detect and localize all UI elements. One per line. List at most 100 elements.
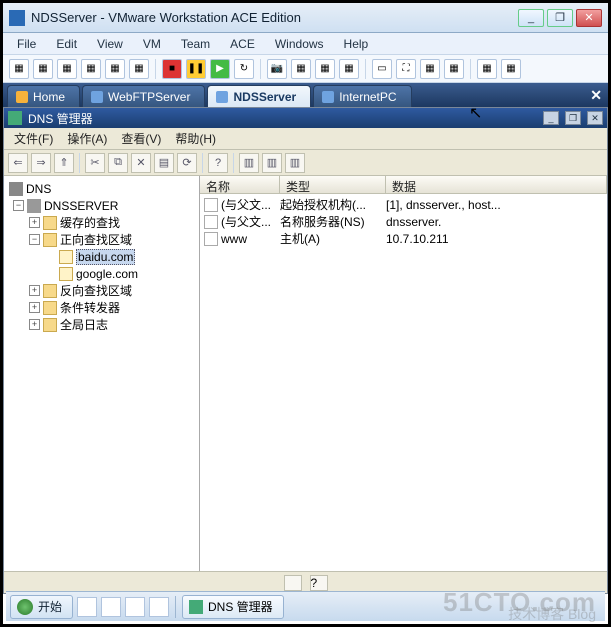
col-name[interactable]: 名称 — [200, 176, 280, 193]
toolbar-icon[interactable]: ▦ — [105, 59, 125, 79]
tree-forward-zones[interactable]: −正向查找区域 — [6, 231, 197, 248]
tree-reverse-zones[interactable]: +反向查找区域 — [6, 282, 197, 299]
tab-ndsserver[interactable]: NDSServer — [207, 85, 311, 107]
copy-icon[interactable]: ⧉ — [108, 153, 128, 173]
tree-root-dns[interactable]: DNS — [6, 180, 197, 197]
toolbar-icon[interactable]: ▦ — [9, 59, 29, 79]
toolbar-icon[interactable]: ▥ — [285, 153, 305, 173]
toolbar-icon[interactable]: ▦ — [33, 59, 53, 79]
list-row[interactable]: (与父文... 名称服务器(NS) dnsserver. — [200, 213, 607, 230]
dns-menu-view[interactable]: 查看(V) — [115, 128, 167, 149]
view-icon[interactable]: ▭ — [372, 59, 392, 79]
cell-data: [1], dnsserver., host... — [386, 198, 607, 212]
tree-cached-lookups[interactable]: +缓存的查找 — [6, 214, 197, 231]
toolbar-separator — [470, 59, 471, 79]
tab-home[interactable]: Home — [7, 85, 80, 107]
monitor-icon — [91, 91, 103, 103]
menu-team[interactable]: Team — [173, 35, 218, 53]
expander-icon[interactable]: + — [29, 319, 40, 330]
toolbar-icon[interactable]: ▦ — [57, 59, 77, 79]
dns-menu-file[interactable]: 文件(F) — [8, 128, 59, 149]
dns-close-button[interactable]: ✕ — [587, 111, 603, 125]
toolbar-separator — [365, 59, 366, 79]
guest-statusbar: ? — [4, 571, 607, 593]
refresh-icon[interactable]: ⟳ — [177, 153, 197, 173]
guest-window: DNS 管理器 _ ❐ ✕ 文件(F) 操作(A) 查看(V) 帮助(H) ⇐ … — [3, 107, 608, 594]
dns-menu-help[interactable]: 帮助(H) — [169, 128, 222, 149]
col-data[interactable]: 数据 — [386, 176, 607, 193]
reset-icon[interactable]: ↻ — [234, 59, 254, 79]
quicklaunch-icon[interactable] — [125, 597, 145, 617]
menu-edit[interactable]: Edit — [48, 35, 85, 53]
fullscreen-icon[interactable]: ⛶ — [396, 59, 416, 79]
expander-icon[interactable]: + — [29, 302, 40, 313]
dns-minimize-button[interactable]: _ — [543, 111, 559, 125]
keyboard-icon[interactable] — [284, 575, 302, 591]
menu-view[interactable]: View — [89, 35, 131, 53]
expander-icon[interactable]: − — [29, 234, 40, 245]
list-row[interactable]: (与父文... 起始授权机构(... [1], dnsserver., host… — [200, 196, 607, 213]
quicklaunch-icon[interactable] — [149, 597, 169, 617]
toolbar-icon[interactable]: ▦ — [501, 59, 521, 79]
toolbar-icon[interactable]: ▦ — [81, 59, 101, 79]
properties-icon[interactable]: ▤ — [154, 153, 174, 173]
window-titlebar: NDSServer - VMware Workstation ACE Editi… — [3, 3, 608, 33]
quicklaunch-icon[interactable] — [77, 597, 97, 617]
menu-vm[interactable]: VM — [135, 35, 169, 53]
windows-taskbar: 开始 DNS 管理器 — [6, 591, 605, 621]
dns-restore-button[interactable]: ❐ — [565, 111, 581, 125]
menu-windows[interactable]: Windows — [267, 35, 332, 53]
dns-tree[interactable]: DNS −DNSSERVER +缓存的查找 −正向查找区域 baidu.com … — [4, 176, 200, 571]
play-icon[interactable]: ▶ — [210, 59, 230, 79]
cut-icon[interactable]: ✂ — [85, 153, 105, 173]
help-icon[interactable]: ? — [208, 153, 228, 173]
tree-global-logs[interactable]: +全局日志 — [6, 316, 197, 333]
tree-zone-google[interactable]: google.com — [6, 265, 197, 282]
help-status-icon[interactable]: ? — [310, 575, 328, 591]
forward-icon[interactable]: ⇒ — [31, 153, 51, 173]
menu-file[interactable]: File — [9, 35, 44, 53]
list-body[interactable]: (与父文... 起始授权机构(... [1], dnsserver., host… — [200, 194, 607, 571]
tab-close-icon[interactable]: ✕ — [590, 87, 602, 104]
delete-icon[interactable]: ✕ — [131, 153, 151, 173]
dns-menubar: 文件(F) 操作(A) 查看(V) 帮助(H) — [4, 128, 607, 150]
menu-ace[interactable]: ACE — [222, 35, 263, 53]
stop-icon[interactable]: ■ — [162, 59, 182, 79]
expander-icon[interactable]: + — [29, 217, 40, 228]
up-icon[interactable]: ⇑ — [54, 153, 74, 173]
dns-icon — [8, 111, 22, 125]
snapshot-icon[interactable]: 📷 — [267, 59, 287, 79]
toolbar-icon[interactable]: ▦ — [444, 59, 464, 79]
toolbar-icon[interactable]: ▦ — [420, 59, 440, 79]
list-row[interactable]: www 主机(A) 10.7.10.211 — [200, 230, 607, 247]
toolbar-icon[interactable]: ▦ — [477, 59, 497, 79]
folder-icon — [43, 301, 57, 315]
tab-webftpserver[interactable]: WebFTPServer — [82, 85, 205, 107]
dns-menu-action[interactable]: 操作(A) — [61, 128, 113, 149]
start-button[interactable]: 开始 — [10, 595, 73, 619]
toolbar-icon[interactable]: ▦ — [129, 59, 149, 79]
maximize-button[interactable]: ❐ — [547, 9, 573, 27]
toolbar-icon[interactable]: ▦ — [291, 59, 311, 79]
minimize-button[interactable]: _ — [518, 9, 544, 27]
col-type[interactable]: 类型 — [280, 176, 386, 193]
menu-help[interactable]: Help — [336, 35, 377, 53]
expander-icon[interactable]: + — [29, 285, 40, 296]
back-icon[interactable]: ⇐ — [8, 153, 28, 173]
tree-server[interactable]: −DNSSERVER — [6, 197, 197, 214]
toolbar-icon[interactable]: ▦ — [315, 59, 335, 79]
zone-icon — [59, 267, 73, 281]
close-button[interactable]: ✕ — [576, 9, 602, 27]
tab-internetpc[interactable]: InternetPC — [313, 85, 411, 107]
pause-icon[interactable]: ❚❚ — [186, 59, 206, 79]
toolbar-icon[interactable]: ▦ — [339, 59, 359, 79]
tree-zone-baidu[interactable]: baidu.com — [6, 248, 197, 265]
toolbar-icon[interactable]: ▥ — [239, 153, 259, 173]
tree-conditional-forwarders[interactable]: +条件转发器 — [6, 299, 197, 316]
quicklaunch-icon[interactable] — [101, 597, 121, 617]
dns-taskbar-icon — [189, 600, 203, 614]
taskbar-dns-manager[interactable]: DNS 管理器 — [182, 595, 284, 619]
toolbar-icon[interactable]: ▥ — [262, 153, 282, 173]
tree-label: DNS — [26, 182, 51, 196]
expander-icon[interactable]: − — [13, 200, 24, 211]
